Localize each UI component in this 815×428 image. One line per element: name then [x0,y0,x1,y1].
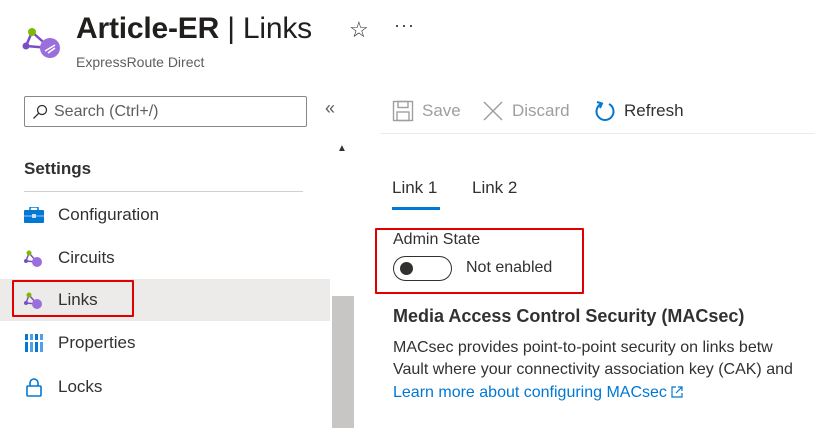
tab-link-1[interactable]: Link 1 [392,178,437,198]
save-button[interactable]: Save [392,97,461,125]
macsec-description-line-2: Vault where your connectivity associatio… [393,361,793,378]
properties-icon [24,333,44,353]
more-options-icon[interactable]: ··· [394,16,415,34]
sidebar-item-configuration[interactable]: Configuration [0,194,330,236]
search-input[interactable] [54,102,294,121]
sidebar-item-circuits[interactable]: Circuits [0,237,330,279]
collapse-sidebar-icon[interactable]: « [325,98,335,119]
learn-more-macsec-link[interactable]: Learn more about configuring MACsec [393,384,683,402]
toolbar-divider [380,133,815,134]
external-link-icon [671,386,683,398]
sidebar-item-properties[interactable]: Properties [0,322,330,364]
sidebar-item-label: Properties [58,333,136,352]
search-icon [33,104,48,119]
discard-label: Discard [512,101,570,120]
expressroute-icon [24,248,44,268]
favorite-star-icon[interactable]: ☆ [349,19,369,41]
settings-section-heading: Settings [24,159,92,178]
expressroute-direct-icon [22,22,64,60]
admin-state-highlight-box [375,228,584,294]
tab-link-2[interactable]: Link 2 [472,178,517,198]
refresh-button[interactable]: Refresh [594,97,684,125]
sidebar-item-label: Circuits [58,248,115,267]
active-tab-indicator [392,207,440,210]
links-highlight-box [12,280,134,317]
refresh-label: Refresh [624,101,684,120]
refresh-icon [595,101,615,121]
section-divider [24,191,303,192]
lock-icon [24,377,44,397]
scroll-up-arrow-icon[interactable]: ▲ [337,143,347,154]
sidebar-item-locks[interactable]: Locks [0,366,330,408]
close-icon [483,101,503,121]
title-separator: | [227,12,235,45]
page-subtitle: ExpressRoute Direct [76,54,205,70]
macsec-description-line-1: MACsec provides point-to-point security … [393,339,773,356]
resource-name: Article-ER [76,12,220,45]
sidebar-item-label: Locks [58,377,103,396]
blade-name: Links [242,12,312,45]
sidebar-item-label: Configuration [58,205,160,224]
save-label: Save [422,101,461,120]
macsec-heading: Media Access Control Security (MACsec) [393,306,745,326]
learn-more-link-text: Learn more about configuring MACsec [393,384,667,401]
search-box[interactable] [24,96,307,127]
scrollbar-thumb[interactable] [332,296,354,428]
toolbox-icon [24,205,44,225]
save-icon [392,100,414,122]
page-title: Article-ER | Links [76,12,312,46]
discard-button[interactable]: Discard [482,97,570,125]
